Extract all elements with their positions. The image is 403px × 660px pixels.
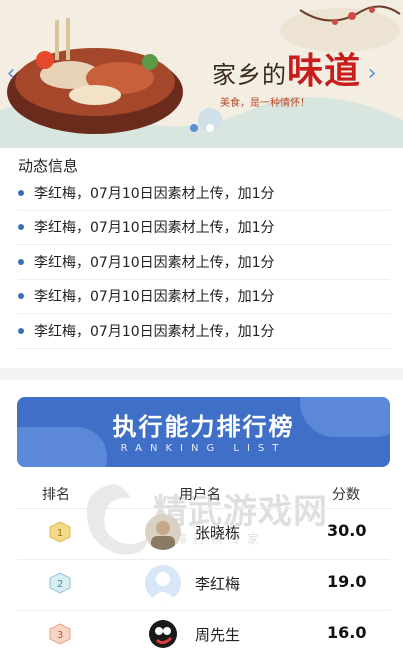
chevron-right-icon[interactable]: › <box>363 62 381 86</box>
avatar <box>145 616 181 652</box>
user-score: 30.0 <box>327 521 367 540</box>
feed-item-text: 李红梅，07月10日因素材上传，加1分 <box>34 220 275 237</box>
ranking-table-header: 排名 用户名 分数 <box>17 480 390 506</box>
feed-list: 李红梅，07月10日因素材上传，加1分 李红梅，07月10日因素材上传，加1分 … <box>18 176 390 349</box>
ranking-banner: 执行能力排行榜 RANKING LIST <box>17 397 390 467</box>
ranking-title: 执行能力排行榜 <box>112 413 295 441</box>
feed-item-text: 李红梅，07月10日因素材上传，加1分 <box>34 185 275 202</box>
medal-rank: 3 <box>57 630 63 641</box>
bullet-icon <box>18 258 24 265</box>
list-item[interactable]: 李红梅，07月10日因素材上传，加1分 <box>18 245 390 280</box>
header-rank: 排名 <box>42 487 70 503</box>
feed-item-text: 李红梅，07月10日因素材上传，加1分 <box>34 254 275 271</box>
feed-title: 动态信息 <box>18 157 79 175</box>
carousel-dot[interactable] <box>189 124 198 132</box>
list-item[interactable]: 李红梅，07月10日因素材上传，加1分 <box>18 314 390 349</box>
user-name: 张晓栋 <box>195 524 241 542</box>
table-row[interactable]: 3 周先生 16.0 <box>17 610 390 656</box>
carousel-dot[interactable] <box>205 124 214 132</box>
bullet-icon <box>18 189 24 196</box>
ranking-subtitle: RANKING LIST <box>120 443 287 454</box>
section-divider <box>0 368 403 380</box>
feed-item-text: 李红梅，07月10日因素材上传，加1分 <box>34 323 275 340</box>
banner-calligraphy: 家乡的味道 <box>212 42 361 94</box>
list-item[interactable]: 李红梅，07月10日因素材上传，加1分 <box>18 280 390 314</box>
user-score: 19.0 <box>327 572 367 591</box>
table-row[interactable]: 1 张晓栋 30.0 <box>17 508 390 554</box>
carousel-dots <box>0 124 403 132</box>
avatar <box>145 514 181 550</box>
calligraphy-big: 味道 <box>287 50 362 92</box>
medal-rank: 2 <box>57 579 63 590</box>
gold-medal-icon: 1 <box>49 521 71 543</box>
bullet-icon <box>18 293 24 300</box>
list-item[interactable]: 李红梅，07月10日因素材上传，加1分 <box>18 176 390 211</box>
bullet-icon <box>18 224 24 231</box>
silver-medal-icon: 2 <box>49 572 71 594</box>
calligraphy-small: 家乡的 <box>212 61 287 89</box>
header-score: 分数 <box>332 487 360 503</box>
banner-subline: 美食，是一种情怀！ <box>220 98 310 109</box>
bullet-icon <box>18 327 24 334</box>
user-name: 李红梅 <box>195 575 241 593</box>
chevron-left-icon[interactable]: ‹ <box>2 62 20 86</box>
header-user: 用户名 <box>179 487 221 503</box>
list-item[interactable]: 李红梅，07月10日因素材上传，加1分 <box>18 211 390 245</box>
user-name: 周先生 <box>195 626 241 644</box>
feed-item-text: 李红梅，07月10日因素材上传，加1分 <box>34 289 275 306</box>
user-score: 16.0 <box>327 623 367 642</box>
hero-banner[interactable]: 家乡的味道 美食，是一种情怀！ ‹ › <box>0 0 403 148</box>
medal-rank: 1 <box>57 528 63 539</box>
avatar <box>145 565 181 601</box>
bronze-medal-icon: 3 <box>49 623 71 645</box>
table-row[interactable]: 2 李红梅 19.0 <box>17 559 390 605</box>
